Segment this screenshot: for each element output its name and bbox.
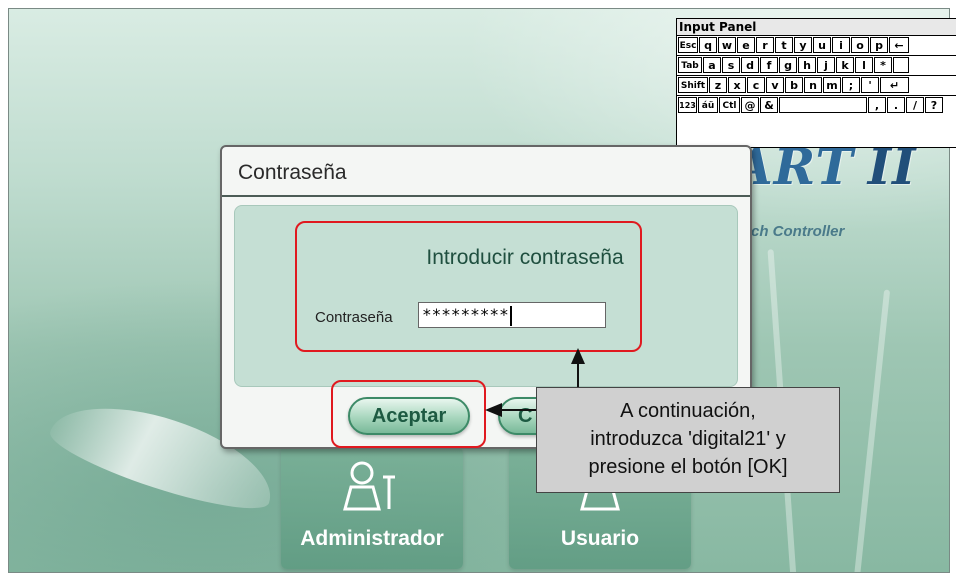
callout-line: introduzca 'digital21' y [590, 428, 786, 450]
arrow-up-head [571, 348, 585, 364]
instruction-callout: A continuación, introduzca 'digital21' y… [536, 387, 840, 493]
callout-line: A continuación, [620, 400, 756, 422]
arrow-left-head [485, 403, 502, 417]
callout-line: presione el botón [OK] [588, 456, 788, 478]
